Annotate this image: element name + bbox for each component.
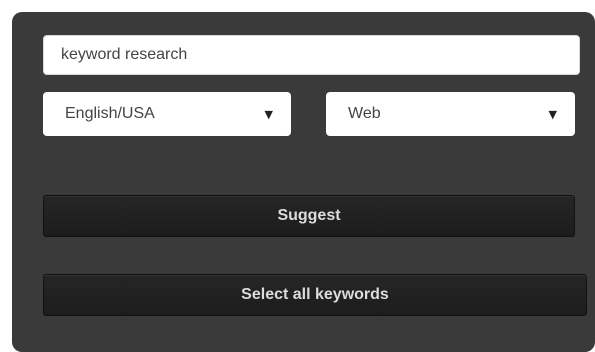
search-type-select-value: Web [348, 105, 381, 122]
caret-down-icon: ▼ [264, 107, 273, 121]
select-all-keywords-button[interactable]: Select all keywords [43, 274, 587, 316]
search-type-select[interactable]: Web ▼ [326, 92, 575, 136]
suggest-button[interactable]: Suggest [43, 195, 575, 237]
keyword-tool-panel: English/USA ▼ Web ▼ Suggest Select all k… [12, 12, 595, 352]
language-select[interactable]: English/USA ▼ [43, 92, 291, 136]
language-select-value: English/USA [65, 105, 155, 122]
caret-down-icon: ▼ [548, 107, 557, 121]
keyword-input[interactable] [43, 35, 580, 75]
